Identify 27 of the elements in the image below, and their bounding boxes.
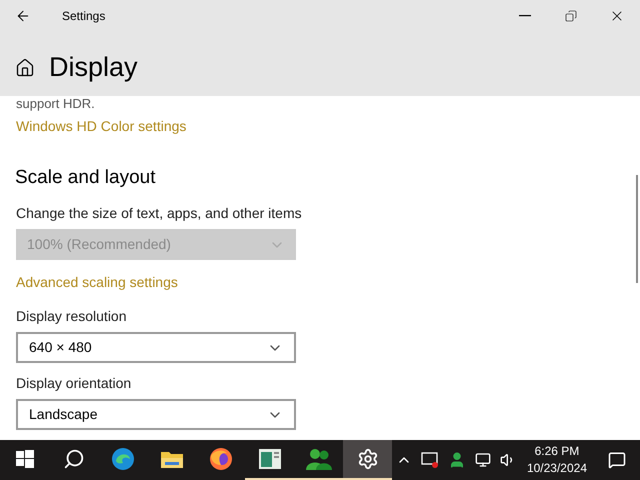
hdr-note: support HDR. [16, 97, 95, 110]
setting-label: Display orientation [16, 374, 132, 393]
page-title: Display [49, 54, 138, 81]
dropdown[interactable]: 640 × 480 [16, 332, 296, 363]
notification-icon[interactable] [608, 451, 626, 469]
gear-icon [356, 448, 378, 470]
setting-label: Display resolution [16, 307, 126, 326]
dropdown[interactable]: Landscape [16, 399, 296, 430]
section-title: Scale and layout [15, 166, 156, 189]
taskbar-button[interactable] [343, 440, 392, 480]
fox-globe-icon [208, 447, 232, 471]
folder-icon [160, 450, 182, 468]
app-window-icon [258, 449, 280, 469]
swirl-icon [110, 447, 134, 471]
clock-date[interactable]: 10/23/2024 [526, 460, 587, 477]
minimize-icon [519, 15, 531, 17]
clock-time[interactable]: 6:26 PM [534, 443, 580, 460]
restore-icon [565, 10, 577, 22]
windows-logo-icon [16, 450, 34, 468]
setting-label: Change the size of text, apps, and other items [16, 204, 302, 223]
window-title: Settings [62, 8, 106, 25]
people-icon [306, 448, 332, 470]
home-icon[interactable] [15, 58, 35, 78]
search-icon [62, 448, 84, 470]
monitor-alert-icon[interactable] [420, 451, 439, 469]
scrollbar-thumb[interactable] [636, 175, 638, 283]
network-icon[interactable] [474, 452, 491, 468]
